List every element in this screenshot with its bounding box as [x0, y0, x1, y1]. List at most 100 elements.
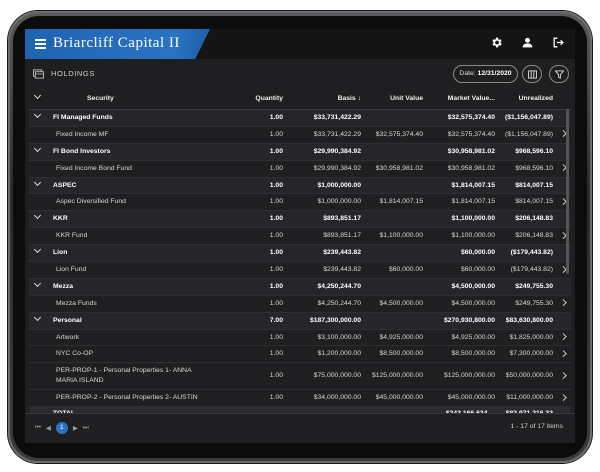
cell-unrealized: $7,300,000.00: [509, 350, 553, 358]
group-collapse-toggle[interactable]: [33, 313, 45, 329]
logout-icon[interactable]: [552, 36, 565, 49]
col-header-market-value[interactable]: Market Value...: [448, 89, 495, 109]
date-label: Date:: [459, 70, 476, 77]
cell-quantity: 1.00: [269, 299, 283, 307]
table-row[interactable]: Artwork 1.00 $3,100,000.00 $4,925,000.00 $4,…: [29, 329, 571, 347]
next-page-icon[interactable]: ▶: [73, 424, 78, 432]
cell-basis: $34,000,000.00: [313, 394, 361, 402]
cell-quantity: 1.00: [269, 198, 283, 206]
cell-unit-value: $30,958,981.02: [375, 164, 423, 172]
row-detail-arrow-icon[interactable]: [559, 390, 567, 406]
cell-unrealized: $814,007.15: [515, 181, 553, 189]
col-header-basis[interactable]: Basis ↓: [338, 89, 361, 109]
cell-unrealized: ($179,443.82): [510, 249, 553, 257]
cell-security: Lion Fund: [56, 266, 87, 274]
page-number-current[interactable]: 1: [55, 422, 68, 434]
user-profile-icon[interactable]: [521, 36, 534, 49]
cell-market-value: $4,500,000.00: [451, 299, 495, 307]
col-header-unit-value[interactable]: Unit Value: [390, 89, 423, 109]
cell-security: KKR: [53, 215, 68, 223]
collapse-all-toggle[interactable]: [33, 89, 45, 109]
cell-market-value: $60,000.00: [460, 266, 495, 274]
pager: ⏮ ◀ 1 ▶ ⏭: [35, 422, 89, 434]
col-header-quantity[interactable]: Quantity: [255, 89, 283, 109]
cell-security: FI Managed Funds: [53, 114, 113, 121]
holdings-toolbar: HOLDINGS Date: 12/31/2020: [25, 59, 575, 89]
cell-market-value: $45,000,000.00: [447, 394, 495, 402]
cell-basis: $239,443.82: [323, 266, 361, 274]
cell-security: Personal: [53, 316, 82, 324]
chevron-down-icon: [33, 144, 42, 152]
group-row[interactable]: Lion 1.00 $239,443.82 $60,000.00 ($179,443.8…: [29, 245, 571, 263]
cell-security: Artwork: [56, 333, 80, 341]
group-collapse-toggle[interactable]: [33, 144, 45, 160]
row-detail-arrow-icon[interactable]: [559, 296, 567, 312]
group-row[interactable]: FI Managed Funds 1.00 $33,731,422.29 $32,57…: [29, 110, 571, 127]
table-row[interactable]: Aspec Diversified Fund 1.00 $1,000,000.00 $…: [29, 194, 571, 212]
cell-unit-value: $1,814,007.15: [379, 198, 423, 206]
cell-quantity: 1.00: [269, 350, 283, 358]
table-row[interactable]: KKR Fund 1.00 $893,851.17 $1,100,000.00 $1,1…: [29, 228, 571, 246]
section-title: HOLDINGS: [51, 69, 95, 78]
group-row[interactable]: Mezza 1.00 $4,250,244.70 $4,500,000.00 $249,…: [29, 278, 571, 296]
group-row[interactable]: FI Bond Investors 1.00 $29,990,384.92 $30,9…: [29, 143, 571, 161]
cell-quantity: 1.00: [269, 333, 283, 341]
group-row[interactable]: Personal 7.00 $187,300,000.00 $270,930,800.…: [29, 312, 571, 330]
cell-market-value: $4,500,000.00: [451, 282, 495, 290]
row-detail-arrow-icon[interactable]: [559, 346, 567, 362]
col-header-security[interactable]: Security: [87, 89, 114, 109]
hamburger-menu-icon[interactable]: [35, 39, 46, 49]
table-row[interactable]: Lion Fund 1.00 $239,443.82 $60,000.00 $60,00…: [29, 262, 571, 279]
cell-quantity: 1.00: [269, 114, 283, 121]
group-collapse-toggle[interactable]: [33, 178, 45, 194]
columns-icon: [527, 69, 537, 79]
cell-security: FI Bond Investors: [53, 147, 111, 155]
cell-market-value: $32,575,374.40: [447, 114, 495, 121]
group-collapse-toggle[interactable]: [33, 245, 45, 261]
cell-basis: $1,200,000.00: [317, 350, 361, 358]
brand-bar: Briarcliff Capital II: [25, 29, 210, 59]
settings-gear-icon[interactable]: [490, 36, 503, 49]
cell-unit-value: $4,500,000.00: [379, 299, 423, 307]
date-picker-chip[interactable]: Date: 12/31/2020: [453, 65, 518, 83]
header-actions: [490, 36, 565, 49]
table-row[interactable]: PER-PROP-1 - Personal Properties 1- ANNA…: [29, 363, 571, 391]
cell-security: Fixed Income Bond Fund: [56, 164, 132, 172]
cell-security: Aspec Diversified Fund: [56, 198, 126, 206]
cell-basis: $33,731,422.29: [313, 130, 361, 138]
table-row[interactable]: PER-PROP-2 - Personal Properties 2- AUST…: [29, 390, 571, 408]
group-collapse-toggle[interactable]: [33, 279, 45, 295]
prev-page-icon[interactable]: ◀: [46, 424, 51, 432]
last-page-icon[interactable]: ⏭: [83, 424, 89, 432]
table-row[interactable]: NYC Co-OP 1.00 $1,200,000.00 $8,500,000.00 $…: [29, 346, 571, 364]
table-header-row: Security Quantity Basis ↓ Unit Value Mar…: [29, 89, 571, 110]
group-collapse-toggle[interactable]: [33, 110, 45, 126]
row-detail-arrow-icon[interactable]: [559, 330, 567, 346]
cell-basis: $1,000,000.00: [317, 181, 361, 189]
cell-unrealized: $814,007.15: [515, 198, 553, 206]
group-row[interactable]: KKR 1.00 $893,851.17 $1,100,000.00 $206,148.…: [29, 211, 571, 229]
cell-security: KKR Fund: [56, 232, 88, 240]
first-page-icon[interactable]: ⏮: [35, 424, 41, 432]
cell-market-value: $32,575,374.40: [447, 130, 495, 138]
group-row[interactable]: ASPEC 1.00 $1,000,000.00 $1,814,007.15 $814,…: [29, 177, 571, 195]
cell-basis: $239,443.82: [323, 249, 361, 257]
table-row[interactable]: Mezza Funds 1.00 $4,250,244.70 $4,500,000.0…: [29, 295, 571, 313]
cell-unrealized: $1,825,000.00: [509, 333, 553, 341]
cell-market-value: $1,100,000.00: [451, 232, 495, 240]
column-chooser-button[interactable]: [522, 65, 542, 83]
table-row[interactable]: Fixed Income MF 1.00 $33,731,422.29 $32,575…: [29, 126, 571, 144]
group-collapse-toggle[interactable]: [33, 211, 45, 227]
cell-market-value: $4,925,000.00: [451, 333, 495, 341]
cell-market-value: $60,000.00: [460, 249, 495, 257]
table-row[interactable]: Fixed Income Bond Fund 1.00 $29,990,384.92…: [29, 160, 571, 178]
row-detail-arrow-icon[interactable]: [559, 363, 567, 389]
cell-security: PER-PROP-2 - Personal Properties 2- AUST…: [56, 394, 198, 402]
cell-unit-value: $1,100,000.00: [379, 232, 423, 240]
cell-unrealized: $249,755.30: [515, 282, 553, 290]
col-header-unrealized[interactable]: Unrealized: [519, 89, 553, 109]
table-scrollbar[interactable]: [566, 109, 569, 274]
filter-button[interactable]: [549, 65, 569, 83]
date-value: 12/31/2020: [477, 70, 512, 77]
table-footer: ⏮ ◀ 1 ▶ ⏭ 1 - 17 of 17 items: [25, 413, 575, 443]
